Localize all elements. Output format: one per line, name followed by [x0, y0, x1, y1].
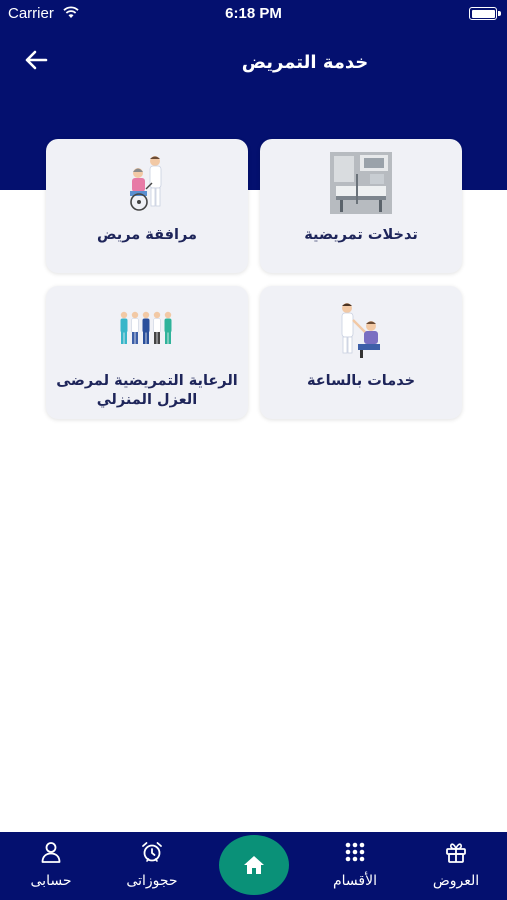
- alarm-clock-icon: [142, 842, 162, 862]
- arrow-left-icon: [25, 50, 48, 70]
- status-bar: Carrier 6:18 PM: [0, 0, 507, 28]
- user-icon: [41, 842, 61, 863]
- service-card-hourly-services[interactable]: خدمات بالساعة: [260, 286, 462, 419]
- service-card-label: مرافقة مريض: [97, 227, 197, 243]
- nav-label: العروض: [432, 873, 480, 889]
- service-card-label: خدمات بالساعة: [306, 373, 416, 389]
- service-card-nursing-interventions[interactable]: تدخلات تمريضية: [260, 139, 462, 273]
- nav-label: حسابى: [30, 873, 72, 889]
- page-title: خدمة التمريض: [241, 52, 369, 73]
- nav-item-bookings[interactable]: حجوزاتى: [107, 832, 197, 900]
- home-button[interactable]: [219, 835, 289, 895]
- service-card-home-isolation-care[interactable]: الرعاية التمريضية لمرضى العزل المنزلي: [46, 286, 248, 419]
- home-isolation-care-image: [120, 311, 172, 344]
- status-time: 6:18 PM: [225, 5, 282, 22]
- service-card-label: تدخلات تمريضية: [304, 227, 418, 243]
- grid-icon: [345, 842, 365, 862]
- patient-companion-image: [130, 156, 162, 211]
- gift-icon: [446, 843, 466, 863]
- home-icon: [244, 856, 264, 874]
- nav-label: الأقسام: [333, 873, 377, 889]
- screen: Carrier 6:18 PM خدمة التمريض تدخلات تمري: [0, 0, 507, 900]
- nav-label: حجوزاتى: [126, 873, 178, 889]
- hourly-services-image: [341, 303, 380, 358]
- service-card-label: الرعاية التمريضية لمرضى العزل المنزلي: [56, 373, 238, 408]
- service-card-patient-companion[interactable]: مرافقة مريض: [46, 139, 248, 273]
- nav-item-departments[interactable]: الأقسام: [310, 832, 400, 900]
- nav-item-offers[interactable]: العروض: [411, 832, 501, 900]
- nav-item-account[interactable]: حسابى: [6, 832, 96, 900]
- nursing-interventions-image: [330, 152, 392, 214]
- battery-icon: [469, 7, 501, 20]
- back-button[interactable]: [20, 46, 52, 74]
